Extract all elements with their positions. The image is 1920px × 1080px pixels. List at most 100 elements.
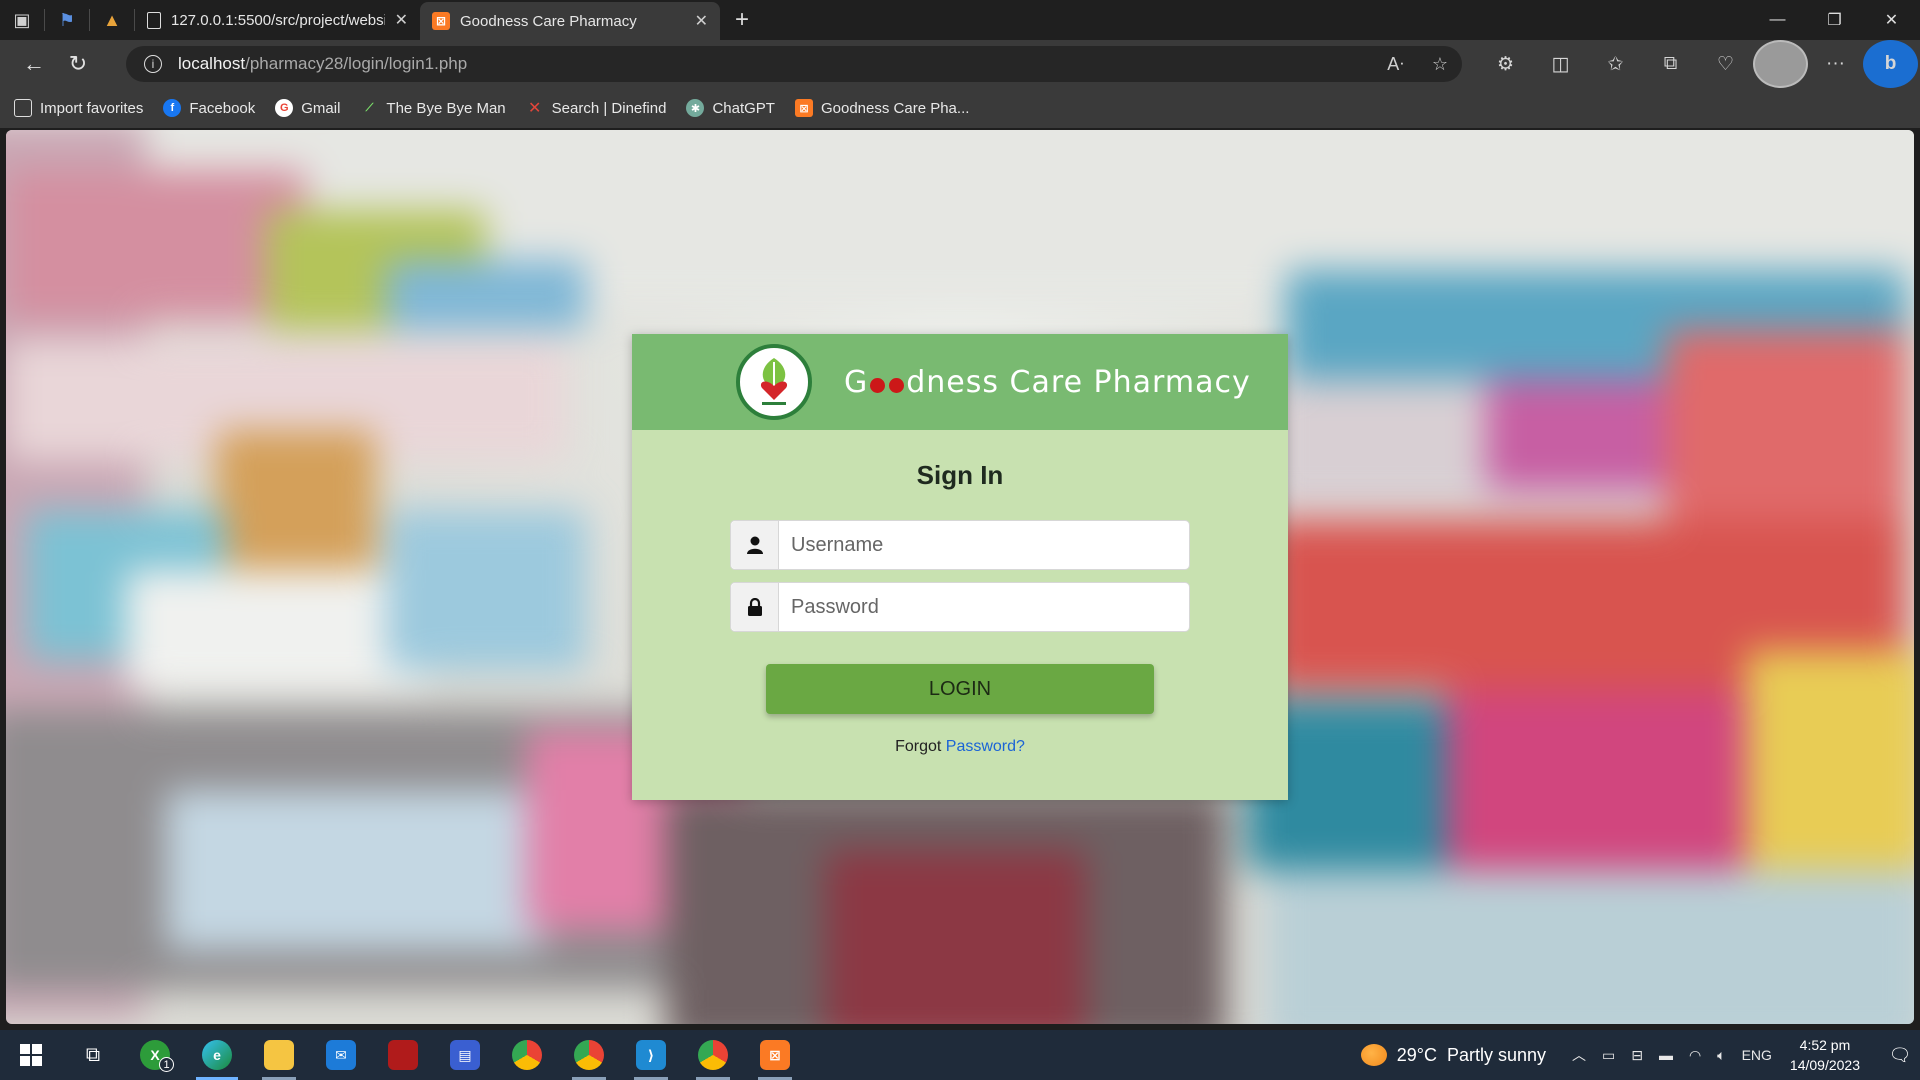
tab-title: 127.0.0.1:5500/src/project/websit: [171, 11, 385, 29]
taskbar-xampp[interactable]: ⊠: [744, 1030, 806, 1080]
volume-icon[interactable]: 🔈︎: [1717, 1047, 1725, 1064]
language-indicator[interactable]: ENG: [1742, 1047, 1772, 1063]
favorite-chatgpt[interactable]: ✱ ChatGPT: [686, 99, 775, 117]
wifi-icon[interactable]: ◠: [1689, 1047, 1701, 1064]
info-icon[interactable]: i: [144, 55, 162, 73]
task-view-button[interactable]: ⧉: [62, 1030, 124, 1080]
favorite-gmail[interactable]: G Gmail: [275, 99, 340, 117]
username-field: [730, 520, 1190, 570]
weather-desc: Partly sunny: [1446, 1044, 1546, 1065]
favorite-goodness-care[interactable]: ⊠ Goodness Care Pha...: [794, 99, 969, 117]
collections-icon[interactable]: ⧉: [1643, 40, 1698, 88]
taskbar-edge[interactable]: e: [186, 1030, 248, 1080]
chevron-up-icon[interactable]: ︿: [1572, 1045, 1586, 1065]
tab-goodness-care-pharmacy[interactable]: ⊠ Goodness Care Pharmacy ✕: [420, 2, 720, 40]
taskbar-xbox[interactable]: X 1: [124, 1030, 186, 1080]
edge-icon: e: [202, 1040, 232, 1070]
meet-icon[interactable]: ▭: [1602, 1047, 1615, 1064]
bing-icon: b: [1863, 40, 1918, 88]
save-icon: ▤: [450, 1040, 480, 1070]
refresh-button[interactable]: ↻: [56, 44, 100, 84]
pinned-flag-icon[interactable]: ⚑: [45, 0, 89, 40]
page-title: Sign In: [916, 460, 1004, 490]
weather-temp: 29°C: [1396, 1044, 1437, 1065]
notification-icon: 🗨︎: [1888, 1044, 1912, 1065]
page-viewport: Gdness Care Pharmacy Sign In LOGIN Forgo…: [6, 130, 1914, 1024]
favorites-icon[interactable]: ✩: [1588, 40, 1643, 88]
login-button[interactable]: LOGIN: [766, 664, 1154, 714]
favorite-facebook[interactable]: f Facebook: [163, 99, 255, 117]
taskbar-mail[interactable]: ✉: [310, 1030, 372, 1080]
browser-toolbar: ⚙ ◫ ✩ ⧉ ♡ ··· b: [1478, 40, 1918, 88]
pinned-warning-icon[interactable]: ▲: [90, 0, 134, 40]
notification-center-button[interactable]: 🗨︎: [1880, 1045, 1920, 1066]
folder-icon: [264, 1040, 294, 1070]
restore-icon[interactable]: ❐: [1806, 0, 1863, 40]
partly-sunny-icon: [1360, 1044, 1387, 1066]
clock-date: 14/09/2023: [1789, 1057, 1860, 1073]
login-card: Gdness Care Pharmacy Sign In LOGIN Forgo…: [632, 334, 1288, 800]
clock[interactable]: 4:52 pm 14/09/2023: [1790, 1035, 1860, 1075]
card-header: Gdness Care Pharmacy: [632, 334, 1288, 430]
split-screen-icon[interactable]: ◫: [1533, 40, 1588, 88]
favorite-label: Search | Dinefind: [551, 99, 667, 117]
battery-icon[interactable]: ▬: [1659, 1047, 1673, 1063]
close-window-icon[interactable]: ✕: [1863, 0, 1920, 40]
taskbar-file-explorer[interactable]: [248, 1030, 310, 1080]
url-host: localhost: [178, 54, 246, 73]
favorite-label: Facebook: [189, 99, 256, 117]
forgot-password-row: Forgot Password?: [632, 738, 1288, 756]
address-bar[interactable]: i localhost/pharmacy28/login/login1.php …: [126, 46, 1462, 82]
favorite-label: The Bye Bye Man: [386, 99, 506, 117]
pharmacy-logo: [736, 344, 812, 420]
close-icon[interactable]: ✕: [395, 10, 408, 30]
clock-time: 4:52 pm: [1799, 1037, 1851, 1053]
url-path: /pharmacy28/login/login1.php: [245, 54, 468, 73]
copilot-button[interactable]: b: [1863, 40, 1918, 88]
forgot-password-link[interactable]: Password?: [946, 738, 1025, 755]
badge: 1: [159, 1057, 174, 1072]
password-input[interactable]: [779, 583, 1189, 631]
brand-name: Gdness Care Pharmacy: [844, 364, 1251, 400]
tray-icons: ︿ ▭ ⊟ ▬ ◠ 🔈︎ ENG: [1572, 1045, 1772, 1065]
back-button[interactable]: ←: [12, 44, 56, 84]
taskbar-chrome-profile-2[interactable]: [682, 1030, 744, 1080]
avatar: [1753, 40, 1808, 88]
more-options-icon[interactable]: ···: [1808, 40, 1863, 88]
favorite-dinefind[interactable]: ✕ Search | Dinefind: [526, 99, 667, 118]
chrome-icon: [574, 1040, 604, 1070]
tab-actions-icon[interactable]: ▣: [0, 0, 44, 40]
read-aloud-icon[interactable]: Aᐧ: [1387, 54, 1404, 75]
favorite-label: Gmail: [301, 99, 341, 117]
extensions-icon[interactable]: ⚙: [1478, 40, 1533, 88]
document-icon: [147, 11, 161, 29]
favorite-bye-bye-man[interactable]: ⟋ The Bye Bye Man: [360, 99, 506, 117]
tab-local-project[interactable]: 127.0.0.1:5500/src/project/websit ✕: [135, 0, 420, 40]
leaf-heart-icon: [760, 358, 788, 405]
new-tab-button[interactable]: +: [720, 0, 764, 40]
taskbar-vscode[interactable]: ⟩: [620, 1030, 682, 1080]
weather-widget[interactable]: 29°C Partly sunny: [1360, 1044, 1546, 1066]
tab-title: Goodness Care Pharmacy: [460, 12, 637, 30]
task-view-icon: ⧉: [85, 1043, 101, 1066]
favorites-bar: Import favorites f Facebook G Gmail ⟋ Th…: [0, 88, 1920, 128]
taskbar-app-blue[interactable]: ▤: [434, 1030, 496, 1080]
favorite-import[interactable]: Import favorites: [14, 99, 143, 117]
chrome-icon: [698, 1040, 728, 1070]
profile-button[interactable]: [1753, 40, 1808, 88]
browser-essentials-icon[interactable]: ♡: [1698, 40, 1753, 88]
minimize-icon[interactable]: —: [1749, 0, 1806, 40]
dinefind-icon: ✕: [527, 100, 542, 117]
taskbar-chrome[interactable]: [496, 1030, 558, 1080]
chatgpt-icon: ✱: [686, 99, 705, 117]
close-icon[interactable]: ✕: [695, 11, 708, 31]
favorite-star-icon[interactable]: ☆: [1432, 54, 1448, 75]
battery-saver-icon[interactable]: ⊟: [1631, 1047, 1643, 1064]
taskbar-chrome-profile-1[interactable]: [558, 1030, 620, 1080]
start-button[interactable]: [0, 1030, 62, 1080]
app-icon: [388, 1040, 418, 1070]
user-icon: [731, 521, 779, 569]
card-body: Sign In: [632, 460, 1288, 494]
taskbar-app-red[interactable]: [372, 1030, 434, 1080]
username-input[interactable]: [779, 521, 1189, 569]
